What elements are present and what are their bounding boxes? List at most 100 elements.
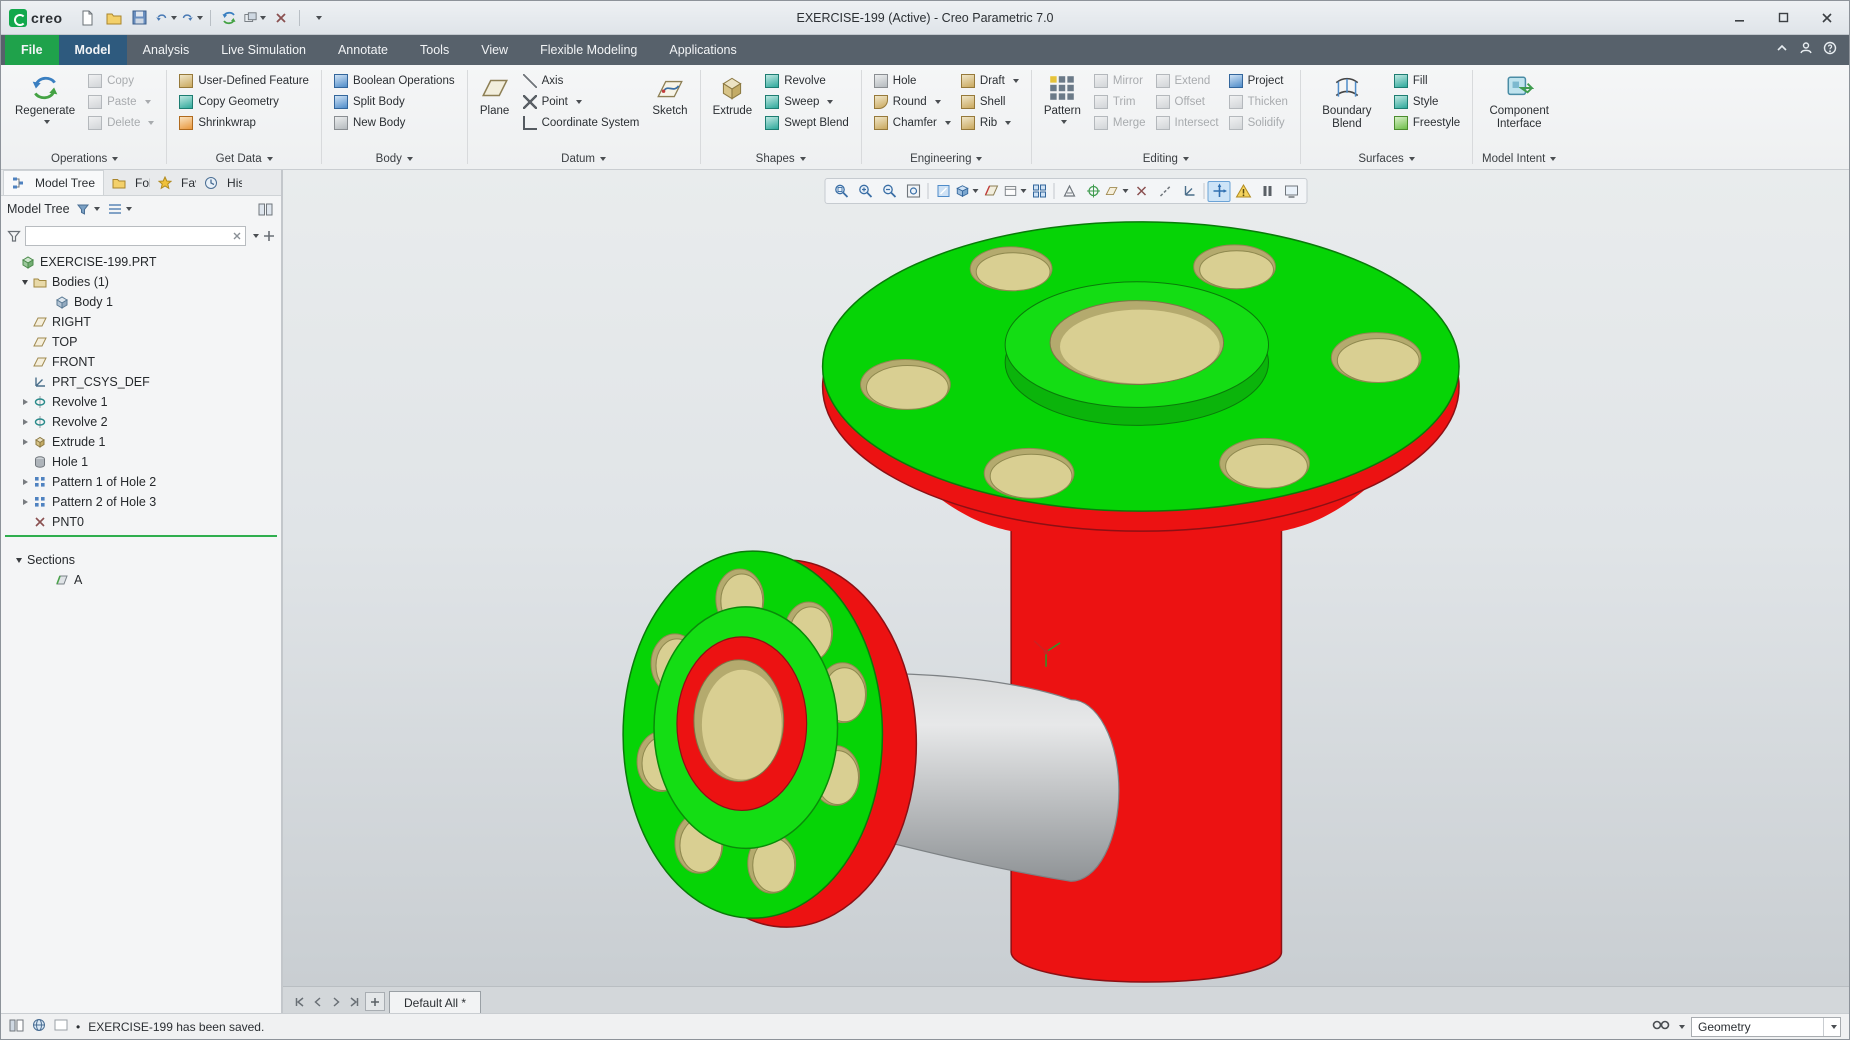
expander-icon[interactable]: [19, 396, 31, 408]
intersect-button[interactable]: Intersect: [1151, 112, 1224, 133]
freestyle-button[interactable]: Freestyle: [1389, 112, 1465, 133]
tree-columns-button[interactable]: [256, 202, 275, 217]
next-window-tab-icon[interactable]: [327, 991, 345, 1013]
mirror-button[interactable]: Mirror: [1089, 70, 1151, 91]
surfaces-group-menu[interactable]: Surfaces: [1301, 149, 1472, 169]
previous-window-tab-icon[interactable]: [309, 991, 327, 1013]
round-button[interactable]: Round: [869, 91, 956, 112]
tree-item[interactable]: Pattern 2 of Hole 3: [1, 492, 281, 512]
open-button[interactable]: [103, 7, 125, 29]
close-window-button[interactable]: [270, 7, 292, 29]
point-display-icon[interactable]: [1130, 181, 1153, 202]
sweep-button[interactable]: Sweep: [760, 91, 854, 112]
clear-filter-icon[interactable]: [232, 231, 242, 241]
selection-filter-dropdown[interactable]: [1823, 1017, 1840, 1036]
last-window-tab-icon[interactable]: [345, 991, 363, 1013]
paste-button[interactable]: Paste: [83, 91, 159, 112]
boolean-operations-button[interactable]: Boolean Operations: [329, 70, 460, 91]
regenerate-dropdown-arrow[interactable]: [43, 120, 50, 125]
tree-item[interactable]: Extrude 1: [1, 432, 281, 452]
axis-button[interactable]: Axis: [518, 70, 645, 91]
dragger-icon[interactable]: [1207, 180, 1231, 202]
extend-button[interactable]: Extend: [1151, 70, 1224, 91]
3d-model-flanged-fitting[interactable]: [283, 170, 1849, 986]
pattern-button[interactable]: Pattern: [1039, 70, 1086, 127]
draft-button[interactable]: Draft: [956, 70, 1024, 91]
expander-icon[interactable]: [19, 416, 31, 428]
tab-file[interactable]: File: [5, 35, 59, 65]
datum-display-icon[interactable]: [1105, 181, 1129, 202]
zoom-region-icon[interactable]: [830, 181, 853, 202]
selection-filter-combo[interactable]: Geometry: [1691, 1016, 1841, 1037]
model-intent-group-menu[interactable]: Model Intent: [1473, 149, 1565, 169]
find-icon[interactable]: [1652, 1018, 1670, 1035]
zoom-in-icon[interactable]: [854, 181, 877, 202]
revolve-button[interactable]: Revolve: [760, 70, 854, 91]
rib-dropdown-arrow[interactable]: [1005, 120, 1012, 125]
draft-dropdown-arrow[interactable]: [1012, 78, 1019, 83]
new-window-tab-button[interactable]: [365, 992, 385, 1011]
add-filter-icon[interactable]: [263, 230, 275, 242]
hole-button[interactable]: Hole: [869, 70, 956, 91]
redo-dropdown-arrow[interactable]: [196, 15, 203, 20]
tree-item[interactable]: FRONT: [1, 352, 281, 372]
shapes-group-menu[interactable]: Shapes: [701, 149, 861, 169]
offset-button[interactable]: Offset: [1151, 91, 1224, 112]
expander-icon[interactable]: [13, 554, 25, 566]
axis-display-icon[interactable]: [1154, 181, 1177, 202]
3d-viewport[interactable]: [283, 170, 1849, 986]
maximize-button[interactable]: [1761, 1, 1805, 34]
expander-icon[interactable]: [19, 276, 31, 288]
first-window-tab-icon[interactable]: [291, 991, 309, 1013]
operations-group-menu[interactable]: Operations: [3, 149, 166, 169]
chamfer-dropdown-arrow[interactable]: [944, 120, 951, 125]
engineering-group-menu[interactable]: Engineering: [862, 149, 1031, 169]
saved-orientations-icon[interactable]: [1004, 181, 1027, 202]
undo-dropdown-arrow[interactable]: [170, 15, 177, 20]
datum-group-menu[interactable]: Datum: [468, 149, 700, 169]
copy-geometry-button[interactable]: Copy Geometry: [174, 91, 314, 112]
pause-icon[interactable]: [1256, 181, 1279, 202]
warning-icon[interactable]: [1232, 181, 1255, 202]
save-button[interactable]: [129, 7, 151, 29]
help-icon[interactable]: [1823, 41, 1837, 60]
sketch-button[interactable]: Sketch: [647, 70, 692, 121]
annotation-display-icon[interactable]: [1058, 181, 1081, 202]
copy-button[interactable]: Copy: [83, 70, 159, 91]
delete-button[interactable]: Delete: [83, 112, 159, 133]
tab-folder-browser[interactable]: Fol: [104, 170, 150, 195]
split-body-button[interactable]: Split Body: [329, 91, 460, 112]
shrinkwrap-button[interactable]: Shrinkwrap: [174, 112, 314, 133]
csys-display-icon[interactable]: [1178, 181, 1201, 202]
windows-dropdown-arrow[interactable]: [259, 15, 266, 20]
expander-icon[interactable]: [19, 496, 31, 508]
tab-favorites[interactable]: Fav: [150, 170, 196, 195]
display-style-icon[interactable]: [956, 181, 979, 202]
tree-item[interactable]: RIGHT: [1, 312, 281, 332]
expander-icon[interactable]: [19, 476, 31, 488]
window-tab-default-all[interactable]: Default All *: [389, 991, 482, 1013]
sweep-dropdown-arrow[interactable]: [827, 99, 834, 104]
tab-analysis[interactable]: Analysis: [127, 35, 206, 65]
solidify-button[interactable]: Solidify: [1224, 112, 1293, 133]
thicken-button[interactable]: Thicken: [1224, 91, 1293, 112]
get-data-group-menu[interactable]: Get Data: [167, 149, 321, 169]
tree-item[interactable]: Sections: [1, 550, 281, 570]
tree-item[interactable]: Bodies (1): [1, 272, 281, 292]
tree-item[interactable]: Body 1: [1, 292, 281, 312]
screen-icon[interactable]: [1280, 181, 1303, 202]
repaint-icon[interactable]: [932, 181, 955, 202]
tree-item[interactable]: Revolve 2: [1, 412, 281, 432]
tree-item[interactable]: EXERCISE-199.PRT: [1, 252, 281, 272]
expander-icon[interactable]: [19, 436, 31, 448]
windows-button[interactable]: [244, 7, 266, 29]
point-button[interactable]: Point: [518, 91, 645, 112]
project-button[interactable]: Project: [1224, 70, 1293, 91]
coordinate-system-button[interactable]: Coordinate System: [518, 112, 645, 133]
plane-button[interactable]: Plane: [475, 70, 515, 121]
tab-tools[interactable]: Tools: [404, 35, 465, 65]
pattern-dropdown-arrow[interactable]: [1060, 120, 1067, 125]
merge-button[interactable]: Merge: [1089, 112, 1151, 133]
redo-button[interactable]: [181, 7, 203, 29]
swept-blend-button[interactable]: Swept Blend: [760, 112, 854, 133]
